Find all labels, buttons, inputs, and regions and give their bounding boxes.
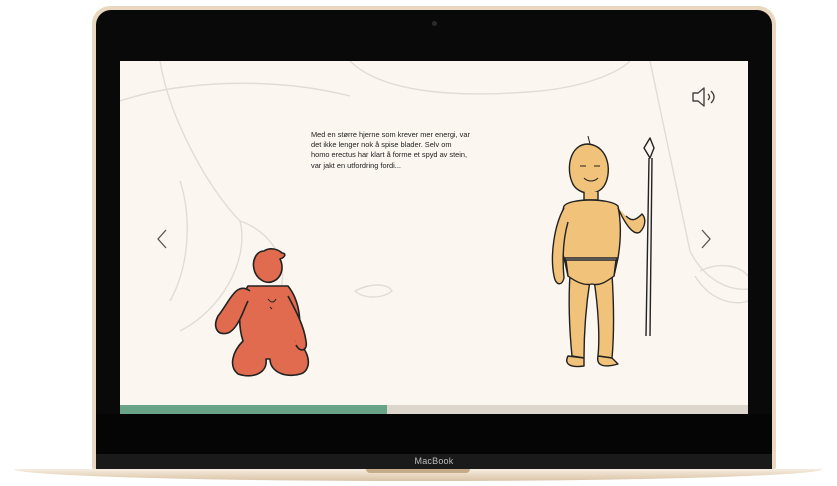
laptop-notch: [366, 469, 470, 473]
screen-bottom-bezel: [96, 414, 772, 454]
story-paragraph: Med en større hjerne som krever mer ener…: [311, 130, 470, 170]
homo-erectus-illustration: [551, 136, 655, 368]
camera-icon: [432, 21, 437, 26]
laptop-brand-label: MacBook: [414, 456, 454, 466]
speaker-icon: [692, 87, 715, 107]
chevron-right-icon: [701, 229, 711, 249]
ape-illustration: [214, 248, 310, 377]
progress-fill: [120, 405, 387, 414]
progress-bar: [120, 405, 748, 414]
story-screen: Med en større hjerne som krever mer ener…: [120, 61, 748, 414]
chevron-left-icon: [157, 229, 167, 249]
sound-button[interactable]: [691, 85, 719, 109]
previous-page-button[interactable]: [153, 227, 173, 251]
next-page-button[interactable]: [695, 227, 715, 251]
